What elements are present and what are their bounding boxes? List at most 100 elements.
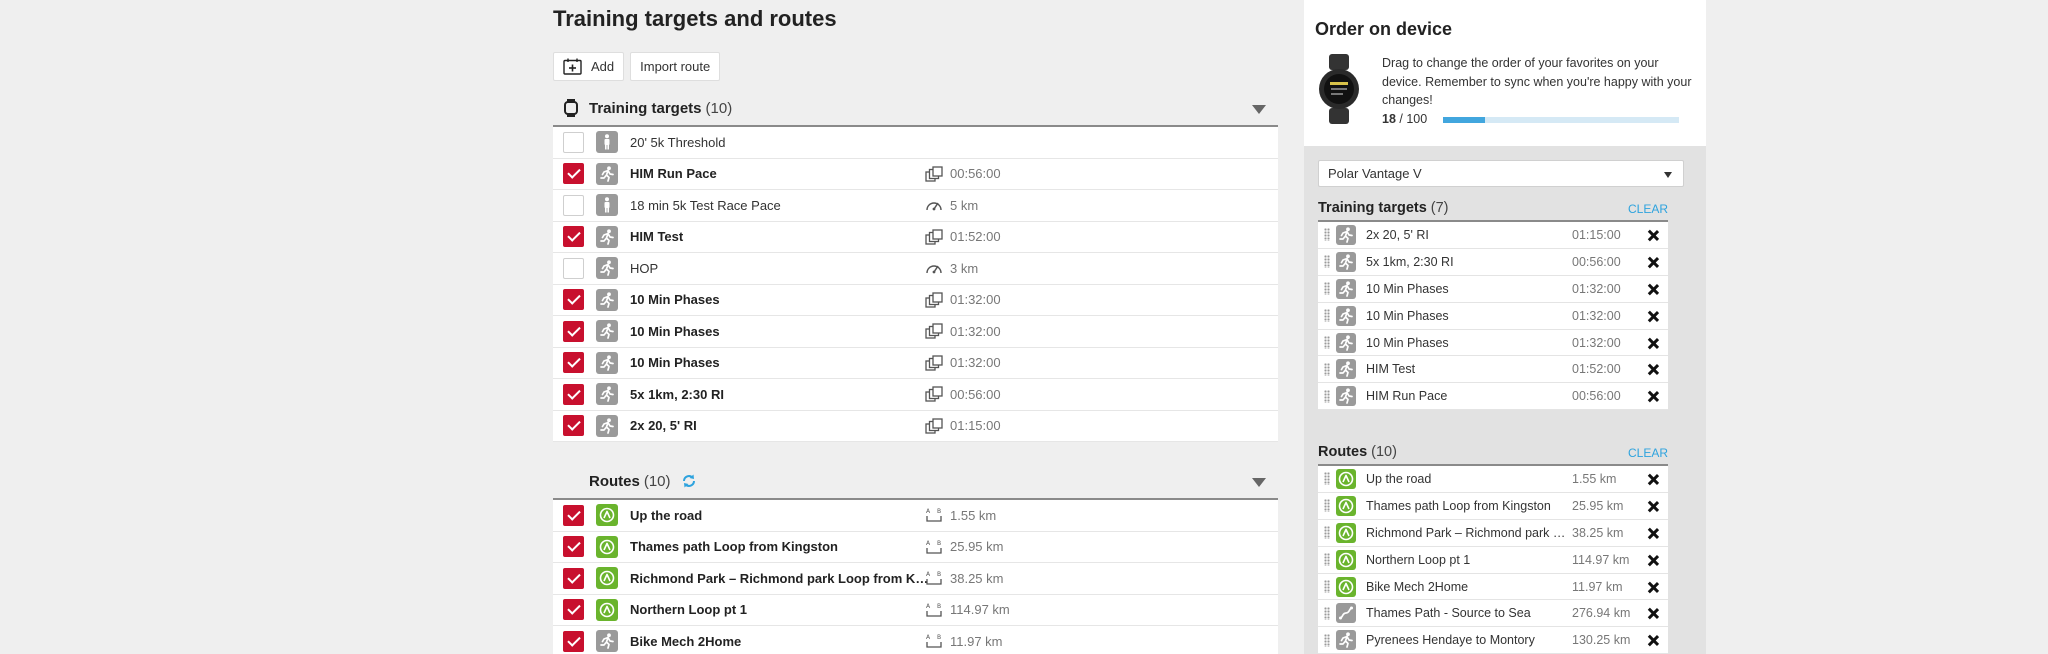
list-item[interactable]: 5x 1km, 2:30 RI 00:56:00 xyxy=(553,379,1278,411)
item-name[interactable]: 18 min 5k Test Race Pace xyxy=(630,198,930,213)
favorite-checkbox[interactable] xyxy=(563,163,584,185)
favorite-checkbox[interactable] xyxy=(563,630,584,652)
list-item[interactable]: Northern Loop pt 1 A B 114.97 km xyxy=(553,594,1278,626)
drag-handle-icon[interactable] xyxy=(1324,309,1330,323)
add-button[interactable]: Add xyxy=(553,52,625,81)
remove-icon[interactable] xyxy=(1647,311,1658,322)
favorite-checkbox[interactable] xyxy=(563,226,584,248)
list-item[interactable]: Thames Path - Source to Sea 276.94 km xyxy=(1318,600,1668,628)
item-value: 01:32:00 xyxy=(1572,335,1621,350)
remove-icon[interactable] xyxy=(1647,582,1658,593)
item-name[interactable]: HIM Run Pace xyxy=(630,166,930,181)
drag-handle-icon[interactable] xyxy=(1324,472,1330,486)
clear-training-targets-button[interactable]: CLEAR xyxy=(1628,202,1668,216)
list-item[interactable]: Northern Loop pt 1 114.97 km xyxy=(1318,546,1668,574)
clear-routes-button[interactable]: CLEAR xyxy=(1628,446,1668,460)
drag-handle-icon[interactable] xyxy=(1324,336,1330,349)
item-name[interactable]: Bike Mech 2Home xyxy=(630,634,930,649)
item-name[interactable]: Up the road xyxy=(630,508,930,523)
list-item[interactable]: 10 Min Phases 01:32:00 xyxy=(1318,302,1668,330)
remove-icon[interactable] xyxy=(1647,555,1658,566)
collapse-arrow-icon[interactable] xyxy=(1252,105,1266,114)
list-item[interactable]: 10 Min Phases 01:32:00 xyxy=(1318,275,1668,303)
favorite-checkbox[interactable] xyxy=(563,320,584,342)
list-item[interactable]: 20' 5k Threshold xyxy=(553,127,1278,159)
list-item[interactable]: HIM Test 01:52:00 xyxy=(553,221,1278,253)
item-name[interactable]: 10 Min Phases xyxy=(630,324,930,339)
list-item[interactable]: 10 Min Phases 01:32:00 xyxy=(1318,329,1668,357)
item-name[interactable]: Richmond Park – Richmond park Loop from … xyxy=(630,571,930,586)
list-item[interactable]: 10 Min Phases 01:32:00 xyxy=(553,347,1278,379)
item-name[interactable]: HOP xyxy=(630,261,930,276)
drag-handle-icon[interactable] xyxy=(1324,526,1330,540)
list-item[interactable]: Bike Mech 2Home A B 11.97 km xyxy=(553,626,1278,654)
list-item[interactable]: 10 Min Phases 01:32:00 xyxy=(553,316,1278,348)
list-item[interactable]: Richmond Park – Richmond park Loop from … xyxy=(553,563,1278,595)
item-name[interactable]: 5x 1km, 2:30 RI xyxy=(630,387,930,402)
drag-handle-icon[interactable] xyxy=(1324,553,1330,567)
drag-handle-icon[interactable] xyxy=(1324,580,1330,593)
list-item[interactable]: Up the road 1.55 km xyxy=(1318,466,1668,493)
drag-handle-icon[interactable] xyxy=(1324,499,1330,513)
list-item[interactable]: HIM Test 01:52:00 xyxy=(1318,356,1668,384)
list-item[interactable]: HIM Run Pace 00:56:00 xyxy=(553,158,1278,190)
training-targets-count: (10) xyxy=(705,99,733,117)
favorite-checkbox[interactable] xyxy=(563,504,584,526)
list-item[interactable]: Thames path Loop from Kingston A B 25.95 km xyxy=(553,531,1278,563)
remove-icon[interactable] xyxy=(1647,364,1658,375)
drag-handle-icon[interactable] xyxy=(1324,633,1330,647)
device-select[interactable]: Polar Vantage V xyxy=(1318,160,1684,187)
item-name[interactable]: HIM Test xyxy=(630,229,930,244)
list-item[interactable]: 2x 20, 5' RI 01:15:00 xyxy=(1318,222,1668,249)
remove-icon[interactable] xyxy=(1647,230,1658,241)
remove-icon[interactable] xyxy=(1647,284,1658,295)
training-targets-header[interactable]: Training targets (10) xyxy=(553,91,1278,127)
item-name[interactable]: 20' 5k Threshold xyxy=(630,135,930,150)
favorite-checkbox[interactable] xyxy=(563,415,584,437)
drag-handle-icon[interactable] xyxy=(1324,362,1330,376)
item-name[interactable]: 10 Min Phases xyxy=(630,292,930,307)
favorite-checkbox[interactable] xyxy=(563,257,584,279)
favorite-checkbox[interactable] xyxy=(563,352,584,374)
remove-icon[interactable] xyxy=(1647,474,1658,485)
remove-icon[interactable] xyxy=(1647,338,1658,349)
list-item[interactable]: Pyrenees Hendaye to Montory 130.25 km xyxy=(1318,627,1668,654)
favorite-checkbox[interactable] xyxy=(563,289,584,311)
remove-icon[interactable] xyxy=(1647,257,1658,268)
drag-handle-icon[interactable] xyxy=(1324,228,1330,242)
remove-icon[interactable] xyxy=(1647,391,1658,402)
item-name[interactable]: 10 Min Phases xyxy=(630,355,930,370)
drag-handle-icon[interactable] xyxy=(1324,389,1330,403)
favorite-checkbox[interactable] xyxy=(563,194,584,216)
list-item[interactable]: Richmond Park – Richmond park Loop from … xyxy=(1318,519,1668,547)
favorite-checkbox[interactable] xyxy=(563,131,584,153)
list-item[interactable]: 10 Min Phases 01:32:00 xyxy=(553,284,1278,316)
list-item[interactable]: 18 min 5k Test Race Pace 5 km xyxy=(553,190,1278,222)
remove-icon[interactable] xyxy=(1647,608,1658,619)
import-route-button[interactable]: Import route xyxy=(630,52,721,81)
refresh-icon[interactable] xyxy=(681,473,697,489)
drag-handle-icon[interactable] xyxy=(1324,255,1330,269)
drag-handle-icon[interactable] xyxy=(1324,282,1330,296)
list-item[interactable]: 5x 1km, 2:30 RI 00:56:00 xyxy=(1318,248,1668,276)
item-name[interactable]: Northern Loop pt 1 xyxy=(630,602,930,617)
item-name[interactable]: 2x 20, 5' RI xyxy=(630,418,930,433)
list-item[interactable]: Up the road A B 1.55 km xyxy=(553,500,1278,532)
list-item[interactable]: HOP 3 km xyxy=(553,253,1278,285)
favorite-checkbox[interactable] xyxy=(563,383,584,405)
list-item[interactable]: Thames path Loop from Kingston 25.95 km xyxy=(1318,492,1668,520)
favorite-checkbox[interactable] xyxy=(563,599,584,621)
favorite-checkbox[interactable] xyxy=(563,536,584,558)
collapse-arrow-icon[interactable] xyxy=(1252,478,1266,487)
remove-icon[interactable] xyxy=(1647,501,1658,512)
list-item[interactable]: HIM Run Pace 00:56:00 xyxy=(1318,383,1668,411)
drag-handle-icon[interactable] xyxy=(1324,606,1330,620)
list-item[interactable]: 2x 20, 5' RI 01:15:00 xyxy=(553,410,1278,442)
item-value: 01:52:00 xyxy=(950,229,1001,245)
remove-icon[interactable] xyxy=(1647,635,1658,646)
item-name[interactable]: Thames path Loop from Kingston xyxy=(630,539,930,554)
routes-header[interactable]: Routes (10) xyxy=(553,464,1278,500)
list-item[interactable]: Bike Mech 2Home 11.97 km xyxy=(1318,573,1668,601)
remove-icon[interactable] xyxy=(1647,528,1658,539)
favorite-checkbox[interactable] xyxy=(563,567,584,589)
